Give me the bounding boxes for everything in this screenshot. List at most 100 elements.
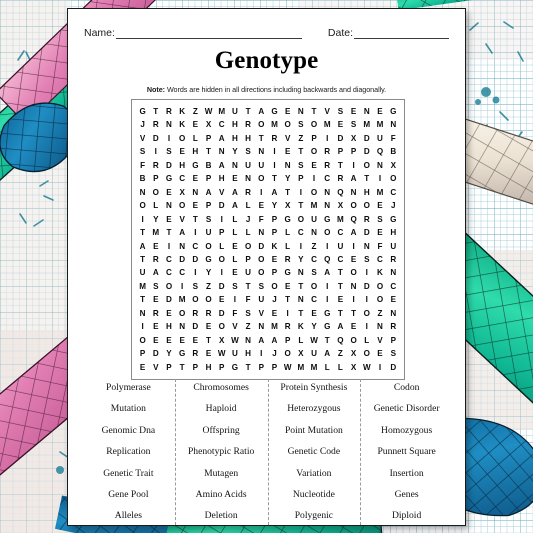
grid-cell[interactable]: X — [202, 118, 215, 131]
grid-cell[interactable]: U — [228, 105, 241, 118]
grid-cell[interactable]: D — [215, 280, 228, 293]
grid-cell[interactable]: S — [360, 253, 373, 266]
grid-cell[interactable]: C — [162, 253, 175, 266]
grid-cell[interactable]: T — [242, 105, 255, 118]
grid-cell[interactable]: H — [202, 361, 215, 374]
grid-cell[interactable]: G — [321, 307, 334, 320]
grid-cell[interactable]: C — [215, 118, 228, 131]
grid-cell[interactable]: P — [268, 226, 281, 239]
grid-cell[interactable]: I — [136, 320, 149, 333]
grid-cell[interactable]: Z — [202, 280, 215, 293]
grid-cell[interactable]: O — [176, 199, 189, 212]
word-list-item[interactable]: Haploid — [206, 398, 237, 419]
grid-cell[interactable]: E — [215, 293, 228, 306]
word-list-item[interactable]: Mutation — [111, 398, 146, 419]
word-list-item[interactable]: Chromosomes — [193, 377, 248, 398]
grid-cell[interactable]: O — [136, 334, 149, 347]
grid-cell[interactable]: N — [321, 199, 334, 212]
grid-cell[interactable]: A — [215, 159, 228, 172]
grid-cell[interactable]: C — [307, 293, 320, 306]
grid-cell[interactable]: E — [176, 334, 189, 347]
grid-cell[interactable]: E — [347, 105, 360, 118]
grid-cell[interactable]: Y — [228, 145, 241, 158]
grid-cell[interactable]: V — [215, 186, 228, 199]
grid-cell[interactable]: N — [373, 320, 386, 333]
grid-cell[interactable]: S — [202, 213, 215, 226]
grid-cell[interactable]: A — [268, 186, 281, 199]
word-list-item[interactable]: Genetic Disorder — [374, 398, 440, 419]
grid-cell[interactable]: C — [387, 280, 400, 293]
word-list-item[interactable]: Offspring — [203, 420, 240, 441]
grid-cell[interactable]: H — [189, 145, 202, 158]
grid-cell[interactable]: G — [228, 361, 241, 374]
grid-cell[interactable]: L — [242, 226, 255, 239]
grid-cell[interactable]: N — [255, 145, 268, 158]
grid-cell[interactable]: E — [373, 226, 386, 239]
grid-cell[interactable]: X — [347, 361, 360, 374]
grid-cell[interactable]: X — [347, 347, 360, 360]
grid-cell[interactable]: E — [162, 307, 175, 320]
grid-cell[interactable]: P — [294, 172, 307, 185]
grid-cell[interactable]: O — [202, 293, 215, 306]
grid-cell[interactable]: N — [162, 199, 175, 212]
grid-cell[interactable]: O — [294, 213, 307, 226]
grid-cell[interactable]: G — [162, 172, 175, 185]
grid-cell[interactable]: D — [215, 199, 228, 212]
grid-cell[interactable]: C — [321, 172, 334, 185]
grid-cell[interactable]: U — [307, 347, 320, 360]
grid-cell[interactable]: Y — [281, 172, 294, 185]
grid-cell[interactable]: U — [307, 213, 320, 226]
grid-cell[interactable]: O — [360, 199, 373, 212]
grid-cell[interactable]: S — [162, 145, 175, 158]
grid-cell[interactable]: I — [373, 361, 386, 374]
grid-cell[interactable]: O — [281, 347, 294, 360]
grid-cell[interactable]: Q — [334, 186, 347, 199]
grid-cell[interactable]: I — [321, 132, 334, 145]
grid-cell[interactable]: E — [387, 293, 400, 306]
grid-cell[interactable]: T — [255, 132, 268, 145]
grid-cell[interactable]: I — [136, 213, 149, 226]
grid-cell[interactable]: V — [255, 307, 268, 320]
grid-cell[interactable]: X — [281, 199, 294, 212]
grid-cell[interactable]: Z — [189, 105, 202, 118]
grid-cell[interactable]: N — [360, 240, 373, 253]
grid-cell[interactable]: S — [294, 118, 307, 131]
grid-cell[interactable]: G — [321, 213, 334, 226]
grid-cell[interactable]: N — [307, 226, 320, 239]
grid-cell[interactable]: Y — [307, 320, 320, 333]
word-list-item[interactable]: Amino Acids — [196, 484, 247, 505]
grid-cell[interactable]: R — [268, 132, 281, 145]
grid-cell[interactable]: M — [307, 361, 320, 374]
grid-cell[interactable]: D — [387, 361, 400, 374]
grid-cell[interactable]: P — [202, 172, 215, 185]
grid-cell[interactable]: P — [268, 213, 281, 226]
grid-cell[interactable]: L — [334, 361, 347, 374]
grid-cell[interactable]: N — [136, 307, 149, 320]
grid-cell[interactable]: T — [294, 145, 307, 158]
grid-cell[interactable]: T — [136, 253, 149, 266]
grid-cell[interactable]: H — [228, 118, 241, 131]
grid-cell[interactable]: N — [242, 172, 255, 185]
grid-cell[interactable]: O — [215, 253, 228, 266]
grid-cell[interactable]: C — [387, 186, 400, 199]
grid-cell[interactable]: R — [149, 159, 162, 172]
grid-cell[interactable]: O — [347, 266, 360, 279]
grid-cell[interactable]: F — [387, 132, 400, 145]
grid-cell[interactable]: D — [360, 226, 373, 239]
word-list-item[interactable]: Punnett Square — [377, 441, 435, 462]
grid-cell[interactable]: E — [347, 253, 360, 266]
grid-cell[interactable]: K — [176, 105, 189, 118]
grid-cell[interactable]: O — [215, 320, 228, 333]
grid-cell[interactable]: R — [334, 172, 347, 185]
grid-cell[interactable]: O — [268, 280, 281, 293]
grid-cell[interactable]: R — [189, 347, 202, 360]
grid-cell[interactable]: J — [268, 347, 281, 360]
grid-cell[interactable]: I — [321, 240, 334, 253]
grid-cell[interactable]: Q — [373, 145, 386, 158]
grid-cell[interactable]: N — [294, 105, 307, 118]
grid-cell[interactable]: O — [360, 159, 373, 172]
grid-cell[interactable]: H — [242, 347, 255, 360]
grid-cell[interactable]: V — [228, 320, 241, 333]
grid-cell[interactable]: Q — [321, 253, 334, 266]
grid-cell[interactable]: T — [189, 213, 202, 226]
